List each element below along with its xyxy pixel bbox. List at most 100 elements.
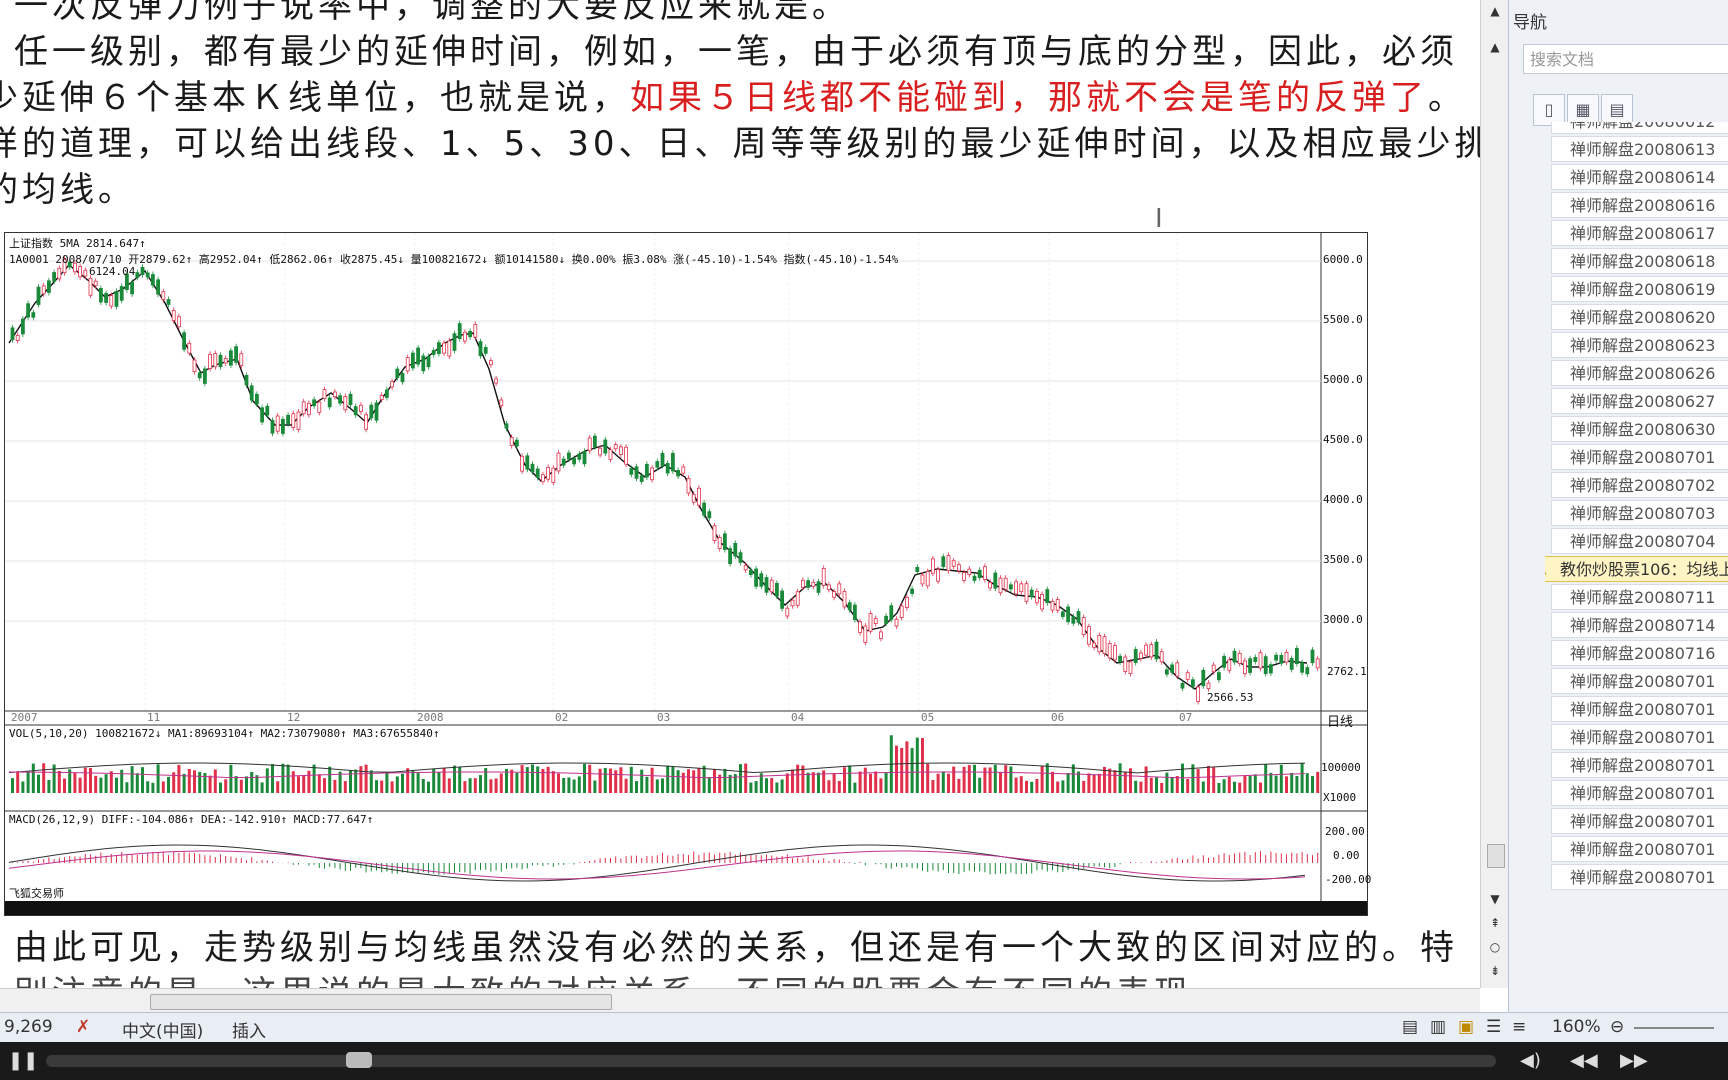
print-layout-icon[interactable]: ▤ <box>1402 1017 1418 1037</box>
price-tick: 3000.0 <box>1323 613 1363 626</box>
nav-heading-item[interactable]: 禅师解盘20080620 <box>1551 304 1728 330</box>
nav-title: 导航 <box>1513 13 1547 33</box>
browse-object-icon[interactable]: ○ <box>1487 940 1503 956</box>
brand-label: 飞狐交易师 <box>9 887 64 900</box>
vertical-scrollbar[interactable]: ▲ ▲ ▼ ⇞ ○ ⇟ <box>1480 0 1509 988</box>
date-tick: 06 <box>1051 711 1065 724</box>
date-tick: 07 <box>1179 711 1193 724</box>
date-tick: 02 <box>555 711 569 724</box>
nav-heading-item[interactable]: 禅师解盘20080701 <box>1551 836 1728 862</box>
doc-line: 少延伸６个基本Ｋ线单位，也就是说，如果５日线都不能碰到，那就不会是笔的反弹了。 <box>0 78 1466 118</box>
nav-heading-item[interactable]: 禅师解盘20080704 <box>1551 528 1728 554</box>
status-bar: 9,269 ✗ 中文(中国) 插入 ▤ ▥ ▣ ☰ ≡ 160% ⊖ <box>0 1012 1728 1043</box>
last-price-label: 2762.1 <box>1327 665 1367 678</box>
hscroll-thumb[interactable] <box>150 994 612 1010</box>
stock-chart-image: 上证指数 5MA 2814.647↑ 1A0001 2008/07/10 开28… <box>4 232 1371 916</box>
draft-icon[interactable]: ≡ <box>1512 1017 1526 1037</box>
date-tick: 03 <box>657 711 671 724</box>
nav-search-input[interactable]: 搜索文档 <box>1523 44 1728 74</box>
nav-heading-item[interactable]: 禅师解盘20080716 <box>1551 640 1728 666</box>
doc-line: 别注意的是，这里说的是大致的对应关系，不同的股票会有不同的表现。 <box>14 966 1230 988</box>
pause-icon[interactable]: ❚❚ <box>8 1050 38 1071</box>
doc-line: 一次反弹力例子说率中，调整的大要反应来就是。 <box>14 0 850 26</box>
date-tick: 12 <box>287 711 301 724</box>
seek-bar[interactable] <box>46 1055 1496 1067</box>
nav-heading-item[interactable]: 禅师解盘20080630 <box>1551 416 1728 442</box>
document-area[interactable]: 一次反弹力例子说率中，调整的大要反应来就是。 任一级别，都有最少的延伸时间，例如… <box>0 0 1480 988</box>
price-tick: 4500.0 <box>1323 433 1363 446</box>
chart-title: 上证指数 5MA 2814.647↑ <box>9 237 146 250</box>
volume-unit: X1000 <box>1323 791 1357 804</box>
scroll-thumb[interactable] <box>1487 844 1505 868</box>
price-tick: 5000.0 <box>1323 373 1363 386</box>
low-label: 2566.53 <box>1207 691 1254 704</box>
nav-heading-list: 禅师解盘20080612禅师解盘20080613禅师解盘20080614禅师解盘… <box>1545 122 1728 1010</box>
period-label: 日线 <box>1327 715 1354 730</box>
word-count[interactable]: 9,269 <box>4 1017 53 1037</box>
nav-heading-item[interactable]: 禅师解盘20080701 <box>1551 864 1728 890</box>
nav-heading-item[interactable]: 禅师解盘20080702 <box>1551 472 1728 498</box>
nav-heading-item[interactable]: 禅师解盘20080701 <box>1551 444 1728 470</box>
macd-tick: 200.00 <box>1325 825 1365 838</box>
nav-heading-item[interactable]: 禅师解盘20080701 <box>1551 808 1728 834</box>
nav-heading-item[interactable]: 禅师解盘20080627 <box>1551 388 1728 414</box>
date-tick: 2008 <box>417 711 444 724</box>
nav-heading-item[interactable]: 禅师解盘20080701 <box>1551 724 1728 750</box>
video-player-bar: ❚❚ ◀) ◀◀ ▶▶ <box>0 1042 1728 1080</box>
price-tick: 6000.0 <box>1323 253 1363 266</box>
proofing-icon[interactable]: ✗ <box>76 1017 90 1037</box>
seek-knob[interactable] <box>346 1052 372 1068</box>
text-cursor-icon: I <box>1155 204 1163 234</box>
date-tick: 04 <box>791 711 805 724</box>
insert-mode[interactable]: 插入 <box>232 1017 266 1042</box>
prev-page-icon[interactable]: ⇞ <box>1487 916 1503 932</box>
scroll-down-icon[interactable]: ▼ <box>1487 892 1503 908</box>
next-page-icon[interactable]: ⇟ <box>1487 964 1503 980</box>
doc-line: 样的道理，可以给出线段、1、5、30、日、周等等级别的最少延伸时间，以及相应最少… <box>0 124 1480 164</box>
nav-heading-item[interactable]: 禅师解盘20080701 <box>1551 696 1728 722</box>
nav-heading-item[interactable]: 禅师解盘20080711 <box>1551 584 1728 610</box>
volume-icon[interactable]: ◀) <box>1520 1050 1541 1071</box>
forward-icon[interactable]: ▶▶ <box>1620 1050 1648 1071</box>
zoom-slider[interactable] <box>1634 1027 1714 1029</box>
date-tick: 2007 <box>11 711 38 724</box>
nav-heading-item[interactable]: 禅师解盘20080612 <box>1551 122 1728 134</box>
reading-layout-icon[interactable]: ▥ <box>1430 1017 1446 1037</box>
price-tick: 5500.0 <box>1323 313 1363 326</box>
nav-heading-item[interactable]: 禅师解盘20080701 <box>1551 780 1728 806</box>
doc-line: 的均线。 <box>0 170 136 210</box>
volume-tick: 100000 <box>1321 761 1361 774</box>
zoom-out-icon[interactable]: ⊖ <box>1610 1017 1624 1037</box>
date-tick: 11 <box>147 711 161 724</box>
date-tick: 05 <box>921 711 935 724</box>
scroll-up-icon[interactable]: ▲ <box>1487 4 1503 20</box>
nav-heading-item[interactable]: 禅师解盘20080619 <box>1551 276 1728 302</box>
horizontal-scrollbar[interactable] <box>0 988 1480 1015</box>
volume-header: VOL(5,10,20) 100821672↓ MA1:89693104↑ MA… <box>9 727 440 740</box>
nav-heading-item[interactable]: 禅师解盘20080714 <box>1551 612 1728 638</box>
rewind-icon[interactable]: ◀◀ <box>1570 1050 1598 1071</box>
price-tick: 3500.0 <box>1323 553 1363 566</box>
nav-heading-item[interactable]: 教你炒股票106：均线上 <box>1545 556 1728 582</box>
nav-heading-item[interactable]: 禅师解盘20080613 <box>1551 136 1728 162</box>
language-indicator[interactable]: 中文(中国) <box>122 1017 203 1042</box>
nav-heading-item[interactable]: 禅师解盘20080618 <box>1551 248 1728 274</box>
scroll-up-arrow-icon[interactable]: ▲ <box>1487 40 1503 56</box>
zoom-level[interactable]: 160% <box>1552 1017 1601 1037</box>
nav-heading-item[interactable]: 禅师解盘20080623 <box>1551 332 1728 358</box>
nav-heading-item[interactable]: 禅师解盘20080617 <box>1551 220 1728 246</box>
macd-tick: 0.00 <box>1333 849 1360 862</box>
price-tick: 4000.0 <box>1323 493 1363 506</box>
doc-line: 由此可见，走势级别与均线虽然没有必然的关系，但还是有一个大致的区间对应的。特 <box>14 928 1458 968</box>
nav-heading-item[interactable]: 禅师解盘20080701 <box>1551 668 1728 694</box>
nav-heading-item[interactable]: 禅师解盘20080703 <box>1551 500 1728 526</box>
nav-heading-item[interactable]: 禅师解盘20080616 <box>1551 192 1728 218</box>
navigation-pane: 导航 搜索文档 ▯ ▦ ▤ 禅师解盘20080612禅师解盘20080613禅师… <box>1508 0 1728 1014</box>
web-layout-icon[interactable]: ▣ <box>1458 1017 1474 1037</box>
nav-heading-item[interactable]: 禅师解盘20080701 <box>1551 752 1728 778</box>
high-label: 6124.04 <box>89 265 136 278</box>
nav-heading-item[interactable]: 禅师解盘20080626 <box>1551 360 1728 386</box>
doc-line: 任一级别，都有最少的延伸时间，例如，一笔，由于必须有顶与底的分型，因此，必须 <box>14 32 1458 72</box>
outline-icon[interactable]: ☰ <box>1486 1017 1501 1037</box>
nav-heading-item[interactable]: 禅师解盘20080614 <box>1551 164 1728 190</box>
